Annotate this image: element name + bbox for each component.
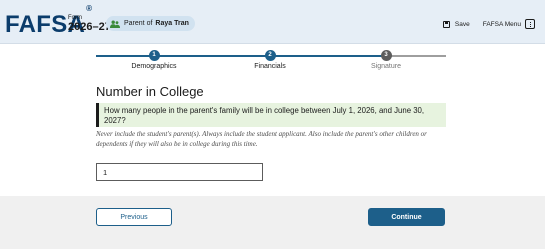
help-text: Never include the student's parent(s). A… (96, 130, 427, 148)
save-label: Save (454, 20, 470, 28)
step-signature: 3 Signature (346, 50, 426, 70)
save-icon (442, 20, 450, 28)
step-label: Demographics (131, 63, 177, 70)
form-year: 2026–27 (68, 21, 111, 33)
step-number: 2 (264, 50, 276, 61)
step-number: 1 (148, 50, 160, 61)
previous-button[interactable]: Previous (96, 208, 172, 226)
step-financials[interactable]: 2 Financials (230, 50, 310, 70)
progress-stepper: 1 Demographics 2 Financials 3 Signature (96, 50, 446, 72)
number-in-college-input[interactable] (96, 163, 263, 181)
save-button[interactable]: Save (442, 20, 470, 28)
role-badge: Parent of Raya Tran (106, 16, 195, 31)
step-number: 3 (380, 50, 392, 61)
role-prefix: Parent of (124, 20, 153, 27)
footer-nav: Previous Continue (0, 196, 545, 249)
step-label: Signature (371, 63, 401, 70)
question-text: How many people in the parent's family w… (96, 103, 446, 127)
continue-button[interactable]: Continue (368, 208, 445, 226)
top-header: FAFSA® Form 2026–27 Parent of Raya Tran … (0, 0, 545, 44)
role-name: Raya Tran (155, 20, 189, 27)
header-actions: Save FAFSA Menu (442, 19, 535, 29)
fafsa-menu-button[interactable]: FAFSA Menu (483, 19, 535, 29)
page-title: Number in College (96, 84, 204, 99)
form-year-block: Form 2026–27 (68, 15, 111, 33)
logo-registered-mark: ® (86, 4, 93, 13)
step-label: Financials (254, 63, 286, 70)
menu-icon (525, 19, 535, 29)
step-demographics[interactable]: 1 Demographics (114, 50, 194, 70)
people-icon (110, 20, 120, 28)
menu-label: FAFSA Menu (482, 20, 521, 28)
